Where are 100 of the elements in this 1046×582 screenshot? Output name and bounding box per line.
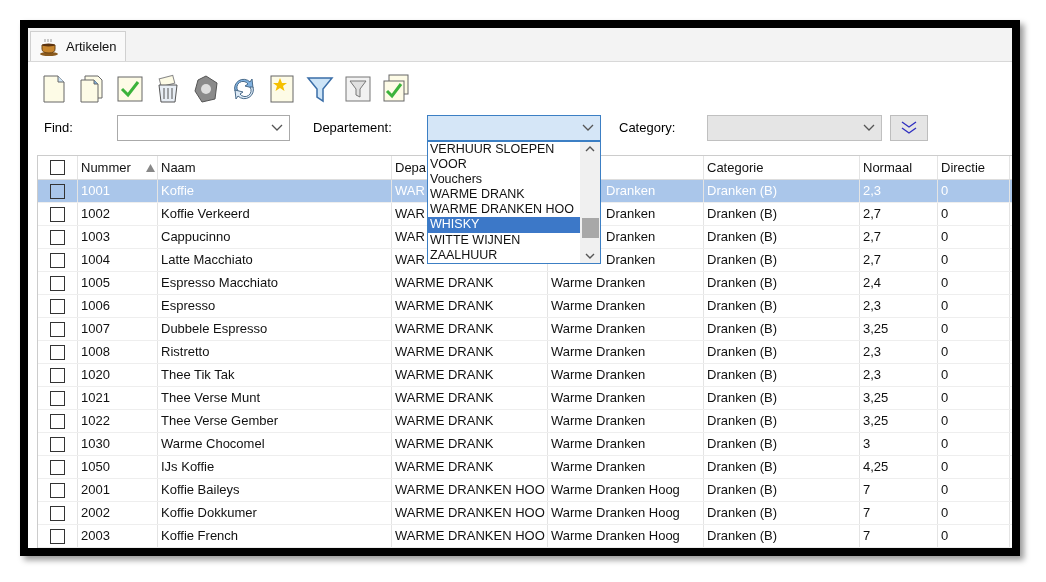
checkbox[interactable] [50,367,65,383]
table-cell-text: Dranken (B) [707,228,778,247]
checklist-icon[interactable] [380,73,412,105]
table-cell-text: WARME DRANK [395,458,494,477]
table-cell-text: 0 [941,320,949,339]
table-cell-text: Koffie French [161,527,239,546]
chevron-down-icon [863,124,875,132]
table-cell-text: 2,7 [863,251,882,270]
column-header[interactable]: Directie [941,157,986,178]
table-cell-text: Warme Chocomel [161,435,265,454]
table-cell-text: Koffie Dokkumer [161,504,257,523]
checkbox[interactable] [50,528,65,544]
dropdown-option[interactable]: Vouchers [428,172,580,188]
dropdown-option[interactable]: ZAALHUUR [428,247,580,263]
table-cell-text: Dubbele Espresso [161,320,268,339]
table-cell-text: WARME DRANKEN HOO [395,504,545,523]
table-cell-text: 0 [941,182,949,201]
table-cell-text: 1001 [81,182,110,201]
checkmark-icon[interactable] [114,73,146,105]
table-cell-text: Dranken [606,182,656,201]
checkbox[interactable] [50,459,65,475]
table-cell-text: Warme Dranken [551,366,646,385]
dropdown-option[interactable]: WITTE WIJNEN [428,232,580,248]
table-cell-text: 1002 [81,205,110,224]
table-cell-text: Dranken (B) [707,504,778,523]
table-cell-text: Dranken (B) [707,297,778,316]
table-cell-text: 2001 [81,481,110,500]
table-cell-text: 1030 [81,435,110,454]
checkbox[interactable] [50,183,65,199]
table-cell-text: 2002 [81,504,110,523]
filter-icon[interactable] [342,73,374,105]
table-cell-text: WARME DRANKEN HOO [395,527,545,546]
table-cell-text: 1005 [81,274,110,293]
column-header[interactable]: Categorie [707,157,764,178]
table-cell-text: WAR [395,182,425,201]
table-cell-text: 7 [863,504,871,523]
checkbox[interactable] [50,229,65,245]
chevron-down-icon [271,124,283,132]
table-cell-text: 1050 [81,458,110,477]
column-header[interactable]: Normaal [863,157,913,178]
departement-combo-box[interactable] [427,115,601,141]
table-cell-text: Dranken (B) [707,182,778,201]
table-cell-text: Dranken (B) [707,458,778,477]
checkbox[interactable] [50,206,65,222]
column-header[interactable]: Naam [161,157,196,178]
table-cell-text: 0 [941,412,949,431]
table-cell-text: 2,7 [863,228,882,247]
table-cell-text: Dranken (B) [707,343,778,362]
table-cell-text: Warme Dranken [551,412,646,431]
table-cell-text: Dranken [606,228,656,247]
dropdown-option[interactable]: WARME DRANKEN HOO [428,202,580,218]
table-cell-text: Warme Dranken Hoog [551,527,680,546]
table-cell-text: 1020 [81,366,110,385]
table-cell-text: Dranken [606,205,656,224]
table-cell-text: Koffie [161,182,194,201]
dropdown-option[interactable]: WARME DRANK [428,187,580,203]
checkbox[interactable] [50,321,65,337]
dropdown-option[interactable]: WHISKY [428,217,580,233]
table-cell-text: Warme Dranken [551,343,646,362]
checkbox[interactable] [50,436,65,452]
table-cell-text: 2,7 [863,205,882,224]
find-label: Find: [44,119,74,138]
table-cell-text: Dranken (B) [707,320,778,339]
table-cell-text: 2003 [81,527,110,546]
departement-label: Departement: [313,119,393,138]
table-cell-text: 0 [941,458,949,477]
table-cell-text: 3 [863,435,871,454]
table-cell-text: 0 [941,527,949,546]
dropdown-option[interactable]: VOOR [428,157,580,173]
table-cell-text: Thee Verse Gember [161,412,279,431]
table-cell-text: WARME DRANK [395,412,494,431]
checkbox[interactable] [50,298,65,314]
checkbox[interactable] [50,160,65,175]
table-cell-text: Ristretto [161,343,210,362]
table-cell-text: Koffie Baileys [161,481,240,500]
dropdown-option[interactable]: VERHUUR SLOEPEN [428,142,580,158]
scrollbar[interactable] [580,142,600,263]
checkbox[interactable] [50,344,65,360]
table-cell-text: Dranken [606,251,656,270]
chevron-down-icon[interactable] [585,253,595,260]
chevron-up-icon[interactable] [585,145,595,152]
table-cell-text: Cappucinno [161,228,231,247]
column-header[interactable]: Depa [395,157,427,178]
checkbox[interactable] [50,252,65,268]
scrollbar-thumb[interactable] [581,217,599,238]
table-cell-text: WARME DRANK [395,297,494,316]
checkbox[interactable] [50,482,65,498]
table-cell-text: Dranken (B) [707,366,778,385]
table-cell-text: Warme Dranken [551,297,646,316]
checkbox[interactable] [50,413,65,429]
table-cell-text: WAR [395,205,425,224]
checkbox[interactable] [50,275,65,291]
table-cell-text: Thee Tik Tak [161,366,235,385]
expand-button[interactable] [890,115,928,141]
column-header[interactable]: Nummer [81,157,131,178]
table-cell-text: Dranken (B) [707,481,778,500]
table-cell-text: WARME DRANK [395,343,494,362]
checkbox[interactable] [50,390,65,406]
checkbox[interactable] [50,505,65,521]
tab[interactable]: Artikelen [30,31,126,61]
